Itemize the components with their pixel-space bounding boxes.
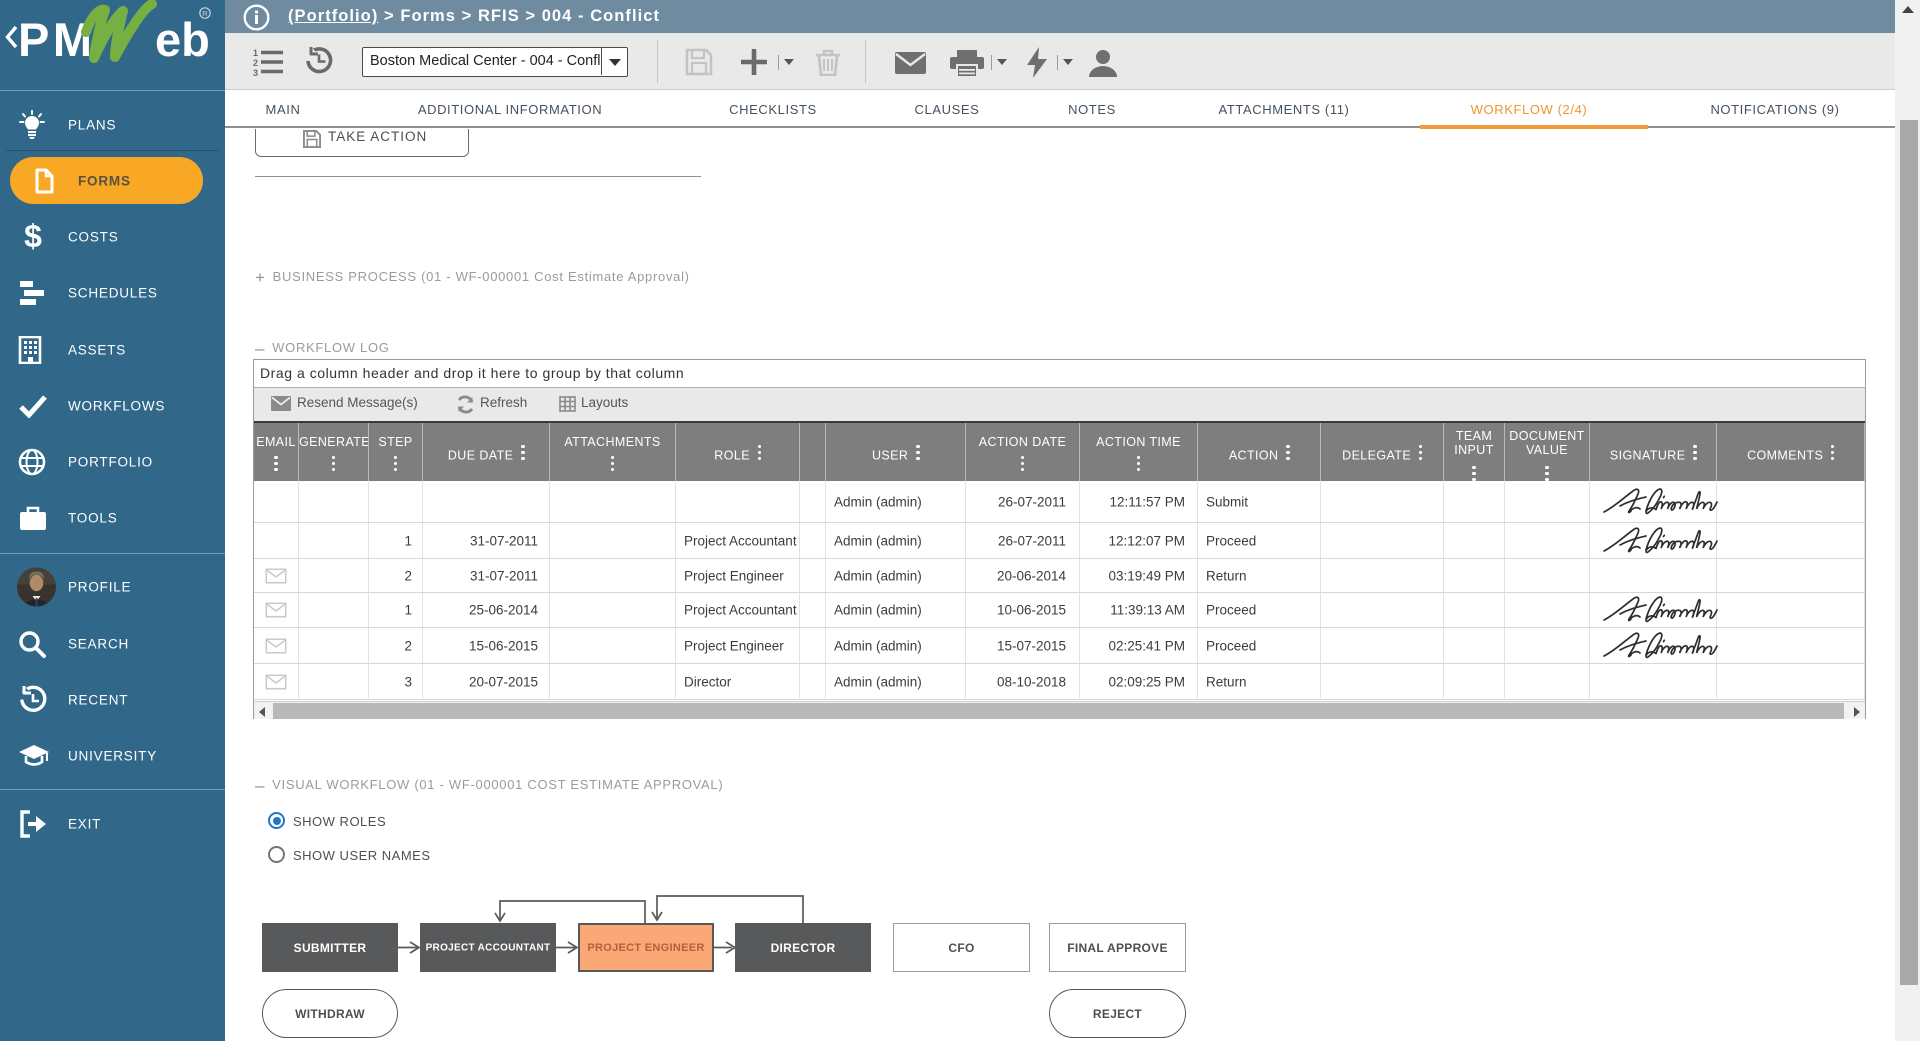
svg-text:R: R <box>202 9 208 18</box>
svg-text:PM: PM <box>18 13 96 66</box>
svg-text:2: 2 <box>253 58 258 68</box>
svg-text:eb: eb <box>155 13 210 66</box>
svg-text:3: 3 <box>253 68 258 76</box>
svg-text:$: $ <box>24 220 42 254</box>
svg-text:1: 1 <box>253 48 258 58</box>
